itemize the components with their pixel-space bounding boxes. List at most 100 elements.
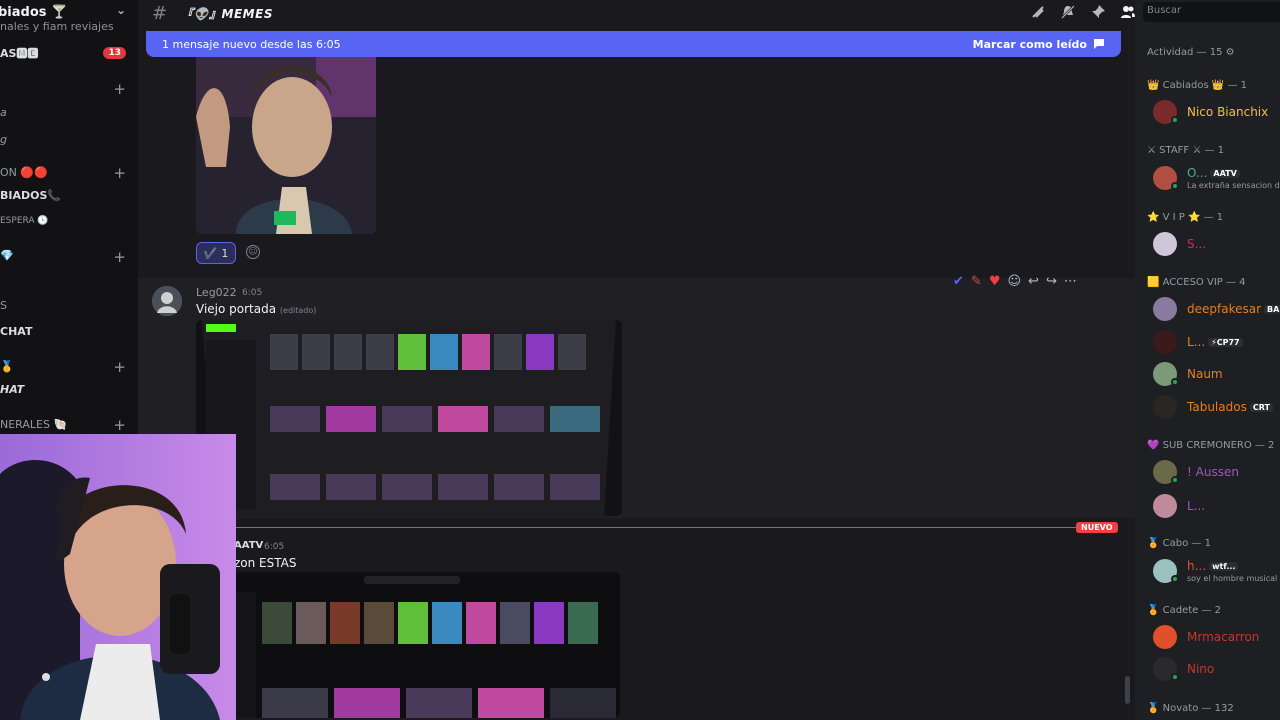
member-name[interactable]: Mrmacarron [1187,630,1259,644]
member-name[interactable]: deepfakesar BA [1187,302,1280,316]
member-name[interactable]: O... AATV [1187,166,1240,180]
member-name[interactable]: Naum [1187,367,1223,381]
scrollbar[interactable] [1125,676,1130,704]
member-group-header: 💜 SUB CREMONERO — 2 [1147,440,1275,451]
online-status-icon [1171,476,1179,484]
reaction-count: 1 [221,246,229,260]
add-reaction-icon[interactable]: ☺ [246,245,260,259]
member-name-text: h... [1187,559,1207,573]
sidebar-category[interactable]: 💎 [0,246,14,264]
member-status: La extraña sensacion de [1187,181,1280,190]
members-icon[interactable] [1120,4,1136,20]
message-image[interactable] [234,572,620,718]
new-messages-tag: NUEVO [1076,522,1118,533]
member-group-header: 🏅 Cabo — 1 [1147,538,1211,549]
new-messages-divider [234,527,1114,528]
avatar[interactable] [1153,330,1177,354]
pepe-reaction-icon[interactable]: ✎ [971,274,982,289]
member-name[interactable]: Nino [1187,662,1214,676]
threads-icon[interactable] [1030,4,1046,20]
mark-as-read-label: Marcar como leído [972,37,1087,51]
unread-badge: 13 [103,47,126,59]
mark-read-icon [1094,39,1104,49]
avatar[interactable] [1153,494,1177,518]
member-tag: BA [1264,305,1280,314]
avatar[interactable] [1153,395,1177,419]
message-time: 6:05 [264,542,285,552]
kick-screenshot-image [196,320,622,516]
reaction-pill[interactable]: ✔️ 1 [196,242,236,264]
message-time: 6:05 [242,288,263,298]
member-name-text: deepfakesar [1187,302,1262,316]
add-channel-icon[interactable]: + [113,82,126,97]
member-name[interactable]: Tabulados CRT [1187,400,1273,414]
pin-icon[interactable] [1090,4,1106,20]
avatar[interactable] [152,286,182,316]
sidebar-category[interactable]: ON 🔴🔴 [0,163,48,181]
message-body: Viejo portada [196,302,277,316]
member-name[interactable]: S... [1187,237,1206,251]
mute-icon[interactable] [1060,4,1076,20]
server-name: biados 🍸 [0,4,68,20]
sidebar-item[interactable]: AS🅼🅴 [0,44,38,62]
online-status-icon [1171,182,1179,190]
add-channel-icon[interactable]: + [113,250,126,265]
member-name[interactable]: L... [1187,499,1205,513]
reaction-emoji: ✔️ [203,246,218,260]
sidebar-item[interactable]: ESPERA 🕓 [0,212,49,230]
header-toolbar [1030,4,1136,20]
online-status-icon [1171,673,1179,681]
forward-icon[interactable]: ↪ [1046,274,1057,289]
add-channel-icon[interactable]: + [113,418,126,433]
member-group-header: 🏅 Novato — 132 [1147,703,1234,714]
sidebar-item[interactable]: S [0,296,7,314]
activity-header[interactable]: Actividad — 15 ⚙ [1147,47,1235,58]
sidebar-item[interactable]: g [0,130,7,148]
add-channel-icon[interactable]: + [113,360,126,375]
member-tag: ⚡CP77 [1208,338,1243,347]
message-body: zon ESTAS [234,556,297,570]
reply-icon[interactable]: ↩ [1028,274,1039,289]
member-group-header: 🟨 ACCESO VIP — 4 [1147,277,1246,288]
hash-icon: # [152,2,168,24]
message-author[interactable]: AATV [234,540,263,551]
avatar[interactable] [1153,297,1177,321]
sidebar-item[interactable]: CHAT [0,322,32,340]
member-name[interactable]: ! Aussen [1187,465,1239,479]
sidebar-item[interactable]: BIADOS📞 [0,186,61,204]
member-name-text: Tabulados [1187,400,1247,414]
chat-area: # 『👽』MEMES 1 mensaje nuevo desde las 6:0… [138,0,1135,720]
avatar[interactable] [1153,625,1177,649]
mark-as-read-button[interactable]: Marcar como leído [973,38,1105,51]
member-group-header: ⚔ STAFF ⚔ — 1 [1147,145,1225,156]
avatar[interactable] [1153,232,1177,256]
member-tag: wtf... [1209,562,1239,571]
sidebar-category[interactable]: NERALES 🐚 [0,415,67,433]
man-waving-image [196,57,376,234]
add-reaction-icon[interactable]: ☺ [1007,274,1021,289]
member-tag: AATV [1210,169,1240,178]
message-actions: ✔ ✎ ♥ ☺ ↩ ↪ ⋯ [953,274,1077,289]
heart-reaction-icon[interactable]: ♥ [989,274,1001,289]
search-input[interactable]: Buscar [1143,2,1280,22]
new-messages-banner[interactable]: 1 mensaje nuevo desde las 6:05 Marcar co… [146,31,1121,57]
sidebar-item[interactable]: HAT [0,380,24,398]
member-name[interactable]: Nico Bianchix [1187,105,1268,119]
add-channel-icon[interactable]: + [113,166,126,181]
message-image[interactable] [196,320,622,516]
online-status-icon [1171,575,1179,583]
webcam-overlay [0,434,236,720]
sidebar-item[interactable]: a [0,103,7,121]
member-group-header: ⭐ V I P ⭐ — 1 [1147,212,1224,223]
sidebar-category[interactable]: 🥇 [0,357,14,375]
member-group-header: 🏅 Cadete — 2 [1147,605,1222,616]
member-group-header: 👑 Cabiados 👑 — 1 [1147,80,1248,91]
edited-marker: (editado) [279,306,317,315]
message-image[interactable] [196,57,376,234]
member-name[interactable]: L... ⚡CP77 [1187,335,1243,349]
message-author[interactable]: Leg022 [196,286,237,299]
more-icon[interactable]: ⋯ [1064,274,1077,289]
check-reaction-icon[interactable]: ✔ [953,274,964,289]
member-name[interactable]: h... wtf... [1187,559,1239,573]
chevron-down-icon[interactable]: ⌄ [116,3,126,17]
